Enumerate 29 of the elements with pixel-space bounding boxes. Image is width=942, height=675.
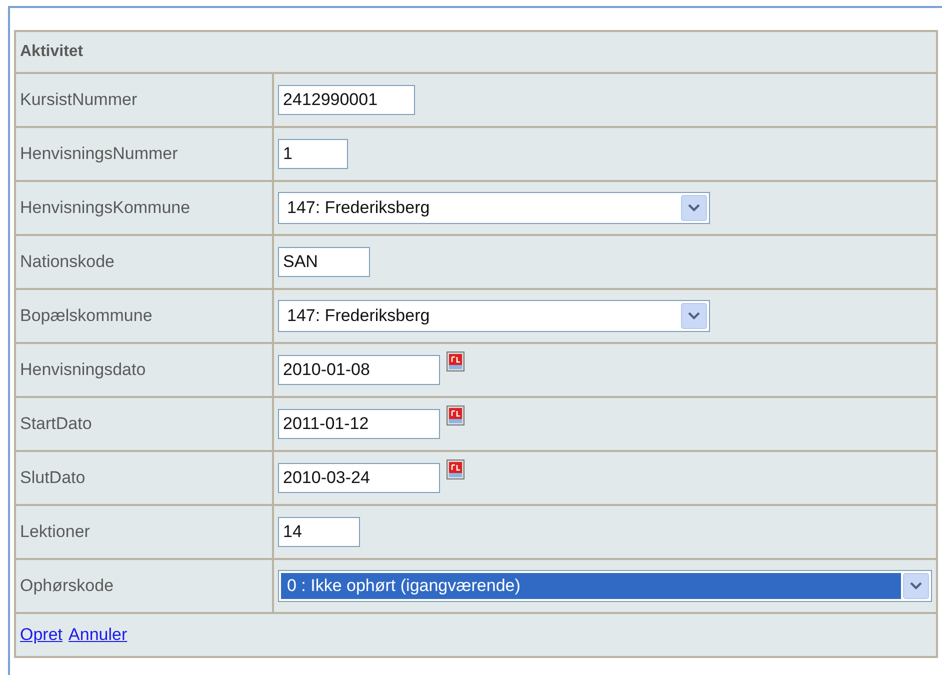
field-label: Ophørskode [15, 559, 273, 613]
text-field[interactable]: 14 [278, 517, 360, 547]
field-label: Bopælskommune [15, 289, 273, 343]
chevron-down-icon [903, 573, 929, 599]
form-title: Aktivitet [15, 31, 937, 73]
field-label: SlutDato [15, 451, 273, 505]
text-field[interactable]: 2412990001 [278, 85, 415, 115]
field-label: HenvisningsKommune [15, 181, 273, 235]
field-label: Lektioner [15, 505, 273, 559]
action-link[interactable]: Opret [20, 625, 63, 644]
text-field[interactable]: 1 [278, 139, 348, 169]
field-label: KursistNummer [15, 73, 273, 127]
date-field[interactable]: 2011-01-12 [278, 409, 440, 439]
dropdown[interactable]: 0 : Ikke ophørt (igangværende) [278, 570, 932, 602]
calendar-icon[interactable] [446, 351, 466, 373]
field-label: Henvisningsdato [15, 343, 273, 397]
date-field[interactable]: 2010-03-24 [278, 463, 440, 493]
field-label: HenvisningsNummer [15, 127, 273, 181]
dropdown[interactable]: 147: Frederiksberg [278, 300, 710, 332]
chevron-down-icon [681, 303, 707, 329]
action-link[interactable]: Annuler [68, 625, 128, 644]
field-label: StartDato [15, 397, 273, 451]
field-label: Nationskode [15, 235, 273, 289]
calendar-icon[interactable] [446, 405, 466, 427]
dropdown[interactable]: 147: Frederiksberg [278, 192, 710, 224]
date-field[interactable]: 2010-01-08 [278, 355, 440, 385]
text-field[interactable]: SAN [278, 247, 370, 277]
chevron-down-icon [681, 195, 707, 221]
calendar-icon[interactable] [446, 459, 466, 481]
